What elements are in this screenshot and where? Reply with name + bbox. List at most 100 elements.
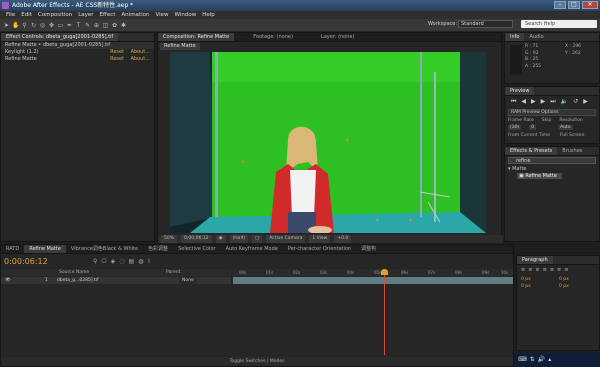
effect-item-refine-matte[interactable]: ▣ Refine Matte <box>517 173 562 179</box>
reset-button[interactable]: Reset <box>110 56 124 62</box>
source-name-header[interactable]: Source Name <box>59 269 89 276</box>
comp-mini-flowchart-icon[interactable]: ⎔ <box>101 258 106 265</box>
ram-preview-options-select[interactable]: RAM Preview Options <box>508 109 596 116</box>
composition-navigator-label[interactable]: Refine Matte <box>160 43 200 50</box>
type-tool-icon[interactable]: T <box>75 22 82 29</box>
frame-rate-select[interactable]: (30) <box>508 125 522 130</box>
tab-brushes[interactable]: Brushes <box>557 147 587 155</box>
menu-view[interactable]: View <box>152 11 171 19</box>
network-icon[interactable]: ⇅ <box>530 356 535 363</box>
layer-name[interactable]: dbeta_g...0285].tif <box>57 277 99 284</box>
visibility-icon[interactable]: 👁 <box>5 277 11 284</box>
playhead-handle[interactable] <box>381 269 388 275</box>
menu-edit[interactable]: Edit <box>18 11 35 19</box>
last-frame-icon[interactable]: ⏭ <box>550 98 555 106</box>
effect-row-keylight[interactable]: Keylight (1.2) Reset About... <box>1 49 154 56</box>
category-matte[interactable]: ▾ Matte <box>505 165 599 173</box>
reset-button[interactable]: Reset <box>110 49 124 55</box>
volume-icon[interactable]: 🔊 <box>538 356 545 363</box>
clone-stamp-tool-icon[interactable]: ⊕ <box>93 22 100 29</box>
input-method-icon[interactable]: ⌨ <box>518 356 527 363</box>
puppet-tool-icon[interactable]: ✱ <box>120 22 127 29</box>
align-left-icon[interactable]: ≡ <box>521 267 525 273</box>
roto-brush-tool-icon[interactable]: ✿ <box>111 22 118 29</box>
workspace-select[interactable]: Standard <box>458 20 513 28</box>
tab-paragraph[interactable]: Paragraph <box>517 256 553 264</box>
tab-info[interactable]: Info <box>505 33 525 41</box>
next-frame-icon[interactable]: ▶ <box>541 98 546 106</box>
parent-header[interactable]: Parent <box>166 269 180 276</box>
tab-timeline[interactable]: Per-character Orientation <box>283 245 356 253</box>
resolution-select[interactable]: (Half) <box>229 235 249 243</box>
graph-editor-icon[interactable]: ⌇ <box>147 258 150 265</box>
tab-effects-presets[interactable]: Effects & Presets <box>505 147 558 155</box>
tab-timeline[interactable]: Selective Color <box>173 245 221 253</box>
tab-timeline[interactable]: RATD <box>1 245 24 253</box>
search-icon[interactable]: ⚲ <box>93 258 97 265</box>
tab-timeline[interactable]: Vibrance调色Black & White <box>66 245 143 253</box>
rotate-tool-icon[interactable]: ↻ <box>30 22 37 29</box>
effects-search-input[interactable]: refine <box>508 157 596 164</box>
zoom-tool-icon[interactable]: ⚲ <box>21 22 28 29</box>
tab-effect-controls[interactable]: Effect Controls: dbeta_guga[2001-0285].t… <box>1 33 119 41</box>
hide-shy-layers-icon[interactable]: ◌ <box>119 258 124 265</box>
snapshot-icon[interactable]: ◉ <box>215 235 226 243</box>
mask-tool-icon[interactable]: ▭ <box>57 22 64 29</box>
from-current-time-checkbox[interactable]: From Current Time <box>508 133 550 138</box>
camera-tool-icon[interactable]: ◎ <box>39 22 46 29</box>
active-camera-select[interactable]: Active Camera <box>266 235 306 243</box>
resolution-select[interactable]: Auto <box>558 125 573 130</box>
draft-3d-icon[interactable]: ◈ <box>111 258 116 265</box>
tab-timeline[interactable]: 调整构 <box>356 245 381 253</box>
previous-frame-icon[interactable]: ◀ <box>521 98 526 106</box>
justify-right-icon[interactable]: ≡ <box>557 267 561 273</box>
layer-duration-bar[interactable] <box>233 277 513 284</box>
mute-icon[interactable]: 🔈 <box>561 98 568 106</box>
loop-icon[interactable]: ↺ <box>573 98 578 106</box>
justify-left-icon[interactable]: ≡ <box>543 267 547 273</box>
timeline-timecode[interactable]: 0:00:06:12 <box>4 257 48 266</box>
toggle-switches-modes[interactable]: Toggle Switches / Modes <box>1 357 513 366</box>
region-of-interest-icon[interactable]: ▢ <box>252 235 263 243</box>
pan-behind-tool-icon[interactable]: ✥ <box>48 22 55 29</box>
tab-audio[interactable]: Audio <box>524 33 548 41</box>
ram-preview-icon[interactable]: ▶ <box>583 98 588 106</box>
skip-field[interactable]: 0 <box>529 125 537 130</box>
play-icon[interactable]: ▶ <box>531 98 536 106</box>
tab-timeline[interactable]: Auto Keyframe Mode <box>221 245 283 253</box>
about-button[interactable]: About... <box>130 49 150 55</box>
parent-select[interactable]: None <box>179 277 197 284</box>
first-frame-icon[interactable]: ⏮ <box>511 98 516 106</box>
about-button[interactable]: About... <box>130 56 150 62</box>
space-after-field[interactable]: 0 px <box>559 284 595 289</box>
menu-animation[interactable]: Animation <box>118 11 152 19</box>
menu-file[interactable]: File <box>3 11 18 19</box>
view-layout-select[interactable]: 1 View <box>309 235 331 243</box>
search-help-input[interactable]: Search Help <box>521 20 597 28</box>
indent-left-field[interactable]: 0 px <box>521 277 557 282</box>
magnification-select[interactable]: 50% <box>161 235 178 243</box>
time-ruler[interactable]: 00s 01s 02s 03s 04s 05s 06s 07s 08s 09s … <box>233 269 513 276</box>
menu-help[interactable]: Help <box>199 11 218 19</box>
tab-footage[interactable]: Footage: (none) <box>248 33 298 41</box>
tab-timeline[interactable]: Refine Matte <box>24 245 66 253</box>
pen-tool-icon[interactable]: ✒ <box>66 22 73 29</box>
align-center-icon[interactable]: ≡ <box>528 267 532 273</box>
minimize-button[interactable]: – <box>554 1 566 9</box>
tab-layer[interactable]: Layer: (none) <box>316 33 360 41</box>
close-button[interactable]: ✕ <box>582 1 598 9</box>
composition-viewer[interactable]: ✦ + ✦ ✦ <box>170 52 486 233</box>
space-before-field[interactable]: 0 px <box>521 284 557 289</box>
motion-blur-icon[interactable]: ◍ <box>138 258 143 265</box>
full-screen-checkbox[interactable]: Full Screen <box>560 133 585 138</box>
selection-tool-icon[interactable]: ➤ <box>3 22 10 29</box>
current-time-indicator[interactable] <box>384 269 385 355</box>
menu-window[interactable]: Window <box>172 11 200 19</box>
tray-expand-icon[interactable]: ▴ <box>548 356 551 363</box>
eraser-tool-icon[interactable]: ◫ <box>102 22 109 29</box>
maximize-button[interactable]: □ <box>568 1 580 9</box>
justify-center-icon[interactable]: ≡ <box>550 267 554 273</box>
current-time-display[interactable]: 0;00;06;12 <box>181 235 212 243</box>
hand-tool-icon[interactable]: ✋ <box>12 22 19 29</box>
menu-effect[interactable]: Effect <box>97 11 119 19</box>
